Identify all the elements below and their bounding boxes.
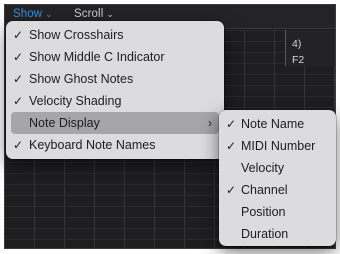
menu-item-label: Velocity	[241, 161, 285, 175]
menu-item-label: Show Crosshairs	[29, 28, 124, 42]
submenu-item-velocity[interactable]: Velocity	[219, 157, 336, 179]
menu-item-show-ghost-notes[interactable]: ✓ Show Ghost Notes	[6, 68, 224, 90]
scroll-menu-button[interactable]: Scroll ⌄	[74, 8, 114, 20]
bar-ruler[interactable]: 4) F2	[285, 30, 335, 66]
submenu-item-note-name[interactable]: ✓ Note Name	[219, 113, 336, 135]
ruler-note-name: F2	[292, 54, 305, 66]
menu-item-label: Note Name	[241, 117, 305, 131]
checkmark-icon: ✓	[226, 117, 237, 131]
show-menu-button[interactable]: Show ⌄	[13, 8, 53, 20]
menu-item-label: Note Display	[29, 116, 100, 130]
checkmark-icon: ✓	[13, 72, 24, 86]
chevron-down-icon: ⌄	[106, 9, 115, 19]
menu-item-label: Keyboard Note Names	[29, 138, 156, 152]
show-menu-label: Show	[13, 8, 43, 20]
chevron-down-icon: ⌄	[45, 9, 53, 19]
menu-item-label: Position	[241, 205, 286, 219]
checkmark-icon: ✓	[13, 94, 24, 108]
submenu-item-midi-number[interactable]: ✓ MIDI Number	[219, 135, 336, 157]
show-menu: ✓ Show Crosshairs ✓ Show Middle C Indica…	[6, 21, 224, 159]
menu-item-label: Show Ghost Notes	[29, 72, 134, 86]
menu-item-velocity-shading[interactable]: ✓ Velocity Shading	[6, 90, 224, 112]
menu-item-label: Channel	[241, 183, 288, 197]
menu-item-label: Show Middle C Indicator	[29, 50, 165, 64]
checkmark-icon: ✓	[13, 138, 24, 152]
menu-item-keyboard-note-names[interactable]: ✓ Keyboard Note Names	[6, 134, 224, 156]
submenu-item-channel[interactable]: ✓ Channel	[219, 179, 336, 201]
checkmark-icon: ✓	[226, 183, 237, 197]
checkmark-icon: ✓	[13, 50, 24, 64]
menu-item-show-crosshairs[interactable]: ✓ Show Crosshairs	[6, 24, 224, 46]
note-display-submenu: ✓ Note Name ✓ MIDI Number Velocity ✓ Cha…	[219, 110, 336, 246]
checkmark-icon: ✓	[226, 139, 237, 153]
submenu-item-position[interactable]: Position	[219, 201, 336, 223]
menu-item-show-middle-c-indicator[interactable]: ✓ Show Middle C Indicator	[6, 46, 224, 68]
chevron-right-icon: ›	[208, 116, 212, 130]
menu-item-note-display[interactable]: Note Display ›	[11, 112, 219, 134]
menu-item-label: Velocity Shading	[29, 94, 122, 108]
scroll-menu-label: Scroll	[74, 8, 104, 20]
ruler-bar-number: 4)	[292, 38, 302, 50]
submenu-item-duration[interactable]: Duration	[219, 223, 336, 245]
menu-item-label: MIDI Number	[241, 139, 316, 153]
checkmark-icon: ✓	[13, 28, 24, 42]
menu-item-label: Duration	[241, 227, 289, 241]
